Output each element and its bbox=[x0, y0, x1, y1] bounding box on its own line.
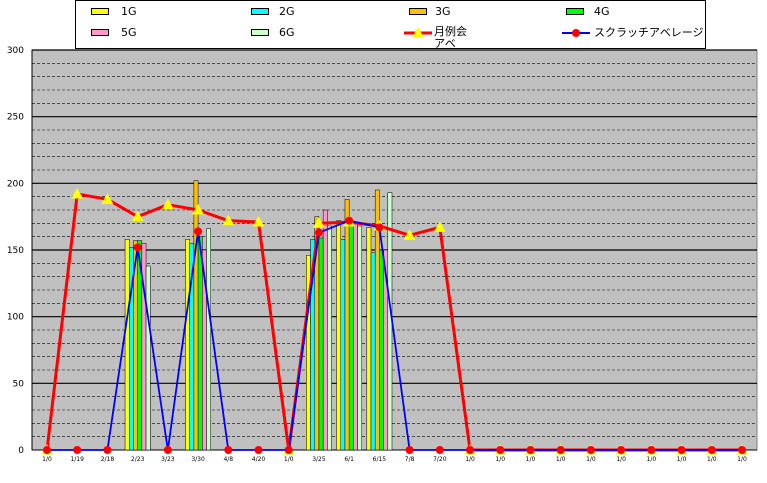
marker-scratch-average bbox=[556, 446, 565, 454]
legend-swatch-3g bbox=[409, 8, 427, 15]
legend: 1G 2G 3G 4G 5G 6G 月例会アベ スクラッチアベレージ bbox=[75, 0, 706, 50]
x-tick-label: 1/19 bbox=[70, 456, 84, 463]
marker-scratch-average bbox=[738, 446, 746, 454]
x-tick-label: 2/23 bbox=[131, 456, 145, 463]
bar-6g bbox=[357, 225, 363, 451]
x-tick-label: 1/0 bbox=[465, 456, 475, 463]
bar-3g bbox=[193, 180, 199, 451]
legend-line-scratch-average bbox=[562, 29, 590, 37]
x-tick-label: 6/15 bbox=[373, 456, 387, 463]
legend-label-4g: 4G bbox=[594, 5, 610, 18]
marker-scratch-average bbox=[224, 446, 233, 454]
marker-scratch-average bbox=[586, 446, 595, 454]
marker-scratch-average bbox=[314, 228, 323, 237]
legend-swatch-2g bbox=[251, 8, 269, 15]
marker-scratch-average bbox=[466, 446, 475, 454]
marker-scratch-average bbox=[103, 446, 112, 454]
legend-label-3g: 3G bbox=[435, 5, 451, 18]
y-tick-label: 250 bbox=[7, 113, 24, 123]
x-tick-label: 1/0 bbox=[495, 456, 505, 463]
marker-scratch-average bbox=[43, 446, 51, 454]
marker-scratch-average bbox=[496, 446, 505, 454]
marker-scratch-average bbox=[194, 227, 203, 236]
bar-2g bbox=[370, 252, 376, 451]
legend-label-6g: 6G bbox=[279, 26, 295, 39]
marker-scratch-average bbox=[163, 446, 172, 454]
marker-scratch-average bbox=[73, 446, 82, 454]
marker-scratch-average bbox=[405, 446, 414, 454]
marker-scratch-average bbox=[133, 243, 142, 252]
bar-1g bbox=[336, 220, 342, 451]
x-tick-label: 1/0 bbox=[556, 456, 566, 463]
bar-6g bbox=[327, 225, 332, 451]
marker-scratch-average bbox=[647, 446, 656, 454]
marker-scratch-average bbox=[254, 446, 263, 454]
x-tick-label: 7/8 bbox=[405, 456, 415, 463]
legend-swatch-1g bbox=[91, 8, 109, 15]
y-tick-label: 300 bbox=[7, 46, 24, 56]
legend-label-1g: 1G bbox=[121, 5, 137, 18]
bar-3g bbox=[344, 199, 350, 451]
x-tick-label: 1/0 bbox=[737, 456, 747, 463]
bar-6g bbox=[206, 228, 211, 451]
y-tick-label: 0 bbox=[18, 446, 24, 456]
bar-1g bbox=[366, 227, 372, 451]
x-tick-label: 4/8 bbox=[223, 456, 233, 463]
chart-svg: 0 50 100 150 200 250 300 1/0 1/19 2/18 2/23 3/23 3/… bbox=[7, 46, 758, 463]
x-tick-label: 3/30 bbox=[191, 456, 205, 463]
marker-scratch-average bbox=[375, 223, 384, 232]
x-tick-label: 4/20 bbox=[252, 456, 266, 463]
marker-scratch-average bbox=[707, 446, 716, 454]
x-tick-label: 1/0 bbox=[526, 456, 536, 463]
y-tick-label: 100 bbox=[7, 313, 24, 323]
y-tick-label: 200 bbox=[7, 179, 24, 189]
bar-5g bbox=[322, 209, 328, 451]
marker-scratch-average bbox=[617, 446, 626, 454]
x-tick-label: 3/25 bbox=[312, 456, 326, 463]
legend-label-5g: 5G bbox=[121, 26, 137, 39]
x-tick-label: 1/0 bbox=[677, 456, 687, 463]
bar-4g bbox=[379, 249, 384, 451]
bar-1g bbox=[185, 239, 190, 451]
marker-scratch-average bbox=[345, 216, 354, 225]
x-tick-label: 1/0 bbox=[647, 456, 657, 463]
x-tick-label: 2/18 bbox=[101, 456, 115, 463]
marker-scratch-average bbox=[284, 446, 293, 454]
marker-scratch-average bbox=[435, 446, 444, 454]
y-axis: 0 50 100 150 200 250 300 bbox=[7, 46, 24, 456]
bar-4g bbox=[318, 237, 324, 451]
legend-label-2g: 2G bbox=[279, 5, 295, 18]
x-tick-label: 6/1 bbox=[344, 456, 354, 463]
marker-scratch-average bbox=[526, 446, 535, 454]
bar-1g bbox=[124, 239, 130, 451]
legend-label-scratch-average: スクラッチアベレージ bbox=[594, 26, 704, 39]
legend-swatch-6g bbox=[251, 29, 269, 36]
x-tick-label: 3/23 bbox=[161, 456, 175, 463]
x-tick-label: 1/0 bbox=[586, 456, 596, 463]
bar-5g bbox=[353, 223, 358, 451]
x-tick-label: 1/0 bbox=[616, 456, 626, 463]
x-axis: 1/0 1/19 2/18 2/23 3/23 3/30 4/8 4/20 1/0 3/25 6/1… bbox=[42, 456, 747, 463]
bar-4g bbox=[348, 223, 354, 451]
legend-label-monthly-average: 月例会アベ bbox=[434, 25, 467, 50]
legend-swatch-4g bbox=[566, 8, 584, 15]
x-tick-label: 7/20 bbox=[433, 456, 447, 463]
marker-scratch-average bbox=[677, 446, 686, 454]
x-tick-label: 1/0 bbox=[707, 456, 717, 463]
bar-2g bbox=[340, 239, 346, 451]
legend-line-monthly-average bbox=[404, 27, 432, 38]
legend-swatch-5g bbox=[91, 29, 109, 36]
bar-6g bbox=[145, 265, 151, 451]
y-tick-label: 150 bbox=[7, 246, 24, 256]
bar-4g bbox=[197, 236, 203, 451]
x-tick-label: 1/0 bbox=[42, 456, 52, 463]
x-tick-label: 1/0 bbox=[284, 456, 294, 463]
y-tick-label: 50 bbox=[13, 379, 25, 389]
